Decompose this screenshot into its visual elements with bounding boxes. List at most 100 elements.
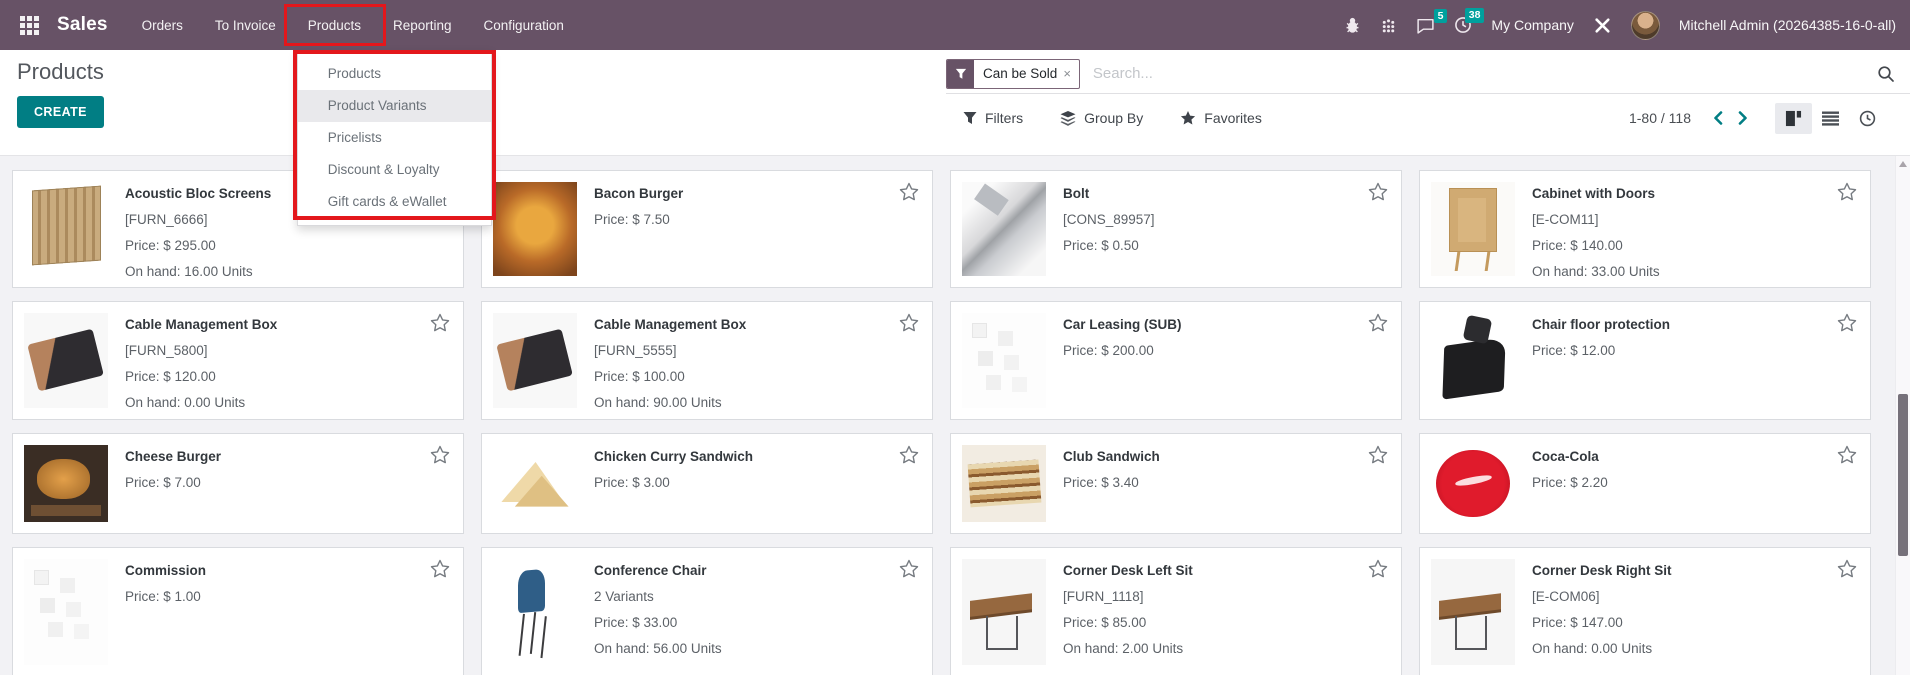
product-image	[493, 313, 577, 408]
filters-button[interactable]: Filters	[963, 110, 1023, 126]
module-dots-icon[interactable]	[1380, 17, 1397, 34]
product-card[interactable]: Club Sandwich Price: $ 3.40	[950, 433, 1402, 534]
favorite-star-icon[interactable]	[899, 559, 919, 578]
scrollbar-up-icon[interactable]	[1899, 161, 1907, 167]
favorite-star-icon[interactable]	[1837, 313, 1857, 332]
create-button[interactable]: CREATE	[17, 96, 104, 128]
product-card[interactable]: Conference Chair 2 Variants Price: $ 33.…	[481, 547, 933, 675]
product-card[interactable]: Corner Desk Right Sit [E-COM06] Price: $…	[1419, 547, 1871, 675]
product-price: Price: $ 200.00	[1063, 338, 1182, 364]
menu-products[interactable]: Products ProductsProduct VariantsPriceli…	[292, 0, 377, 50]
favorite-star-icon[interactable]	[899, 445, 919, 464]
product-image	[962, 313, 1046, 408]
favorite-star-icon[interactable]	[430, 445, 450, 464]
favorite-star-icon[interactable]	[1368, 559, 1388, 578]
product-image	[1431, 182, 1515, 276]
facet-remove-icon[interactable]: ×	[1063, 67, 1079, 80]
favorite-star-icon[interactable]	[1368, 313, 1388, 332]
favorite-star-icon[interactable]	[430, 313, 450, 332]
search-bar: Can be Sold × Search...	[946, 54, 1910, 94]
product-image	[1431, 559, 1515, 665]
product-code: [CONS_89957]	[1063, 207, 1155, 233]
user-name[interactable]: Mitchell Admin (20264385-16-0-all)	[1679, 17, 1896, 33]
product-price: Price: $ 7.00	[125, 470, 221, 496]
tools-icon[interactable]	[1593, 16, 1612, 35]
facet-label: Can be Sold	[974, 66, 1063, 81]
activities-icon[interactable]: 38	[1454, 16, 1472, 34]
product-price: Price: $ 12.00	[1532, 338, 1670, 364]
favorite-star-icon[interactable]	[1837, 559, 1857, 578]
product-card[interactable]: Cable Management Box [FURN_5800] Price: …	[12, 301, 464, 420]
search-facet[interactable]: Can be Sold ×	[946, 59, 1080, 89]
scrollbar[interactable]	[1895, 156, 1910, 675]
messages-badge: 5	[1434, 9, 1448, 24]
menu-reporting[interactable]: Reporting	[377, 0, 468, 50]
product-name: Coca-Cola	[1532, 444, 1608, 470]
product-card[interactable]: Bolt [CONS_89957] Price: $ 0.50	[950, 170, 1402, 288]
products-dropdown: ProductsProduct VariantsPricelistsDiscou…	[297, 50, 492, 226]
menu-configuration[interactable]: Configuration	[468, 0, 580, 50]
product-card[interactable]: Chair floor protection Price: $ 12.00	[1419, 301, 1871, 420]
dropdown-item-product-variants[interactable]: Product Variants	[298, 90, 491, 122]
product-onhand: On hand: 56.00 Units	[594, 636, 722, 662]
product-name: Corner Desk Left Sit	[1063, 558, 1193, 584]
company-switcher[interactable]: My Company	[1491, 17, 1573, 33]
favorites-button[interactable]: Favorites	[1180, 110, 1262, 126]
control-panel: Products CREATE Can be Sold × Search... …	[0, 50, 1910, 155]
product-onhand: On hand: 0.00 Units	[1532, 636, 1672, 662]
product-card[interactable]: Cheese Burger Price: $ 7.00	[12, 433, 464, 534]
bug-icon[interactable]	[1344, 17, 1361, 34]
product-price: Price: $ 3.00	[594, 470, 753, 496]
list-view-button[interactable]	[1812, 103, 1849, 134]
favorite-star-icon[interactable]	[1368, 182, 1388, 201]
product-name: Club Sandwich	[1063, 444, 1160, 470]
favorite-star-icon[interactable]	[430, 559, 450, 578]
scrollbar-thumb[interactable]	[1898, 394, 1908, 556]
product-code: [E-COM06]	[1532, 584, 1672, 610]
dropdown-item-gift-cards-ewallet[interactable]: Gift cards & eWallet	[298, 186, 491, 218]
activities-badge: 38	[1465, 8, 1485, 23]
product-name: Cable Management Box	[125, 312, 277, 338]
search-icon[interactable]	[1877, 65, 1895, 83]
kanban-area: Acoustic Bloc Screens [FURN_6666] Price:…	[0, 155, 1910, 675]
product-code: [FURN_1118]	[1063, 584, 1193, 610]
favorite-star-icon[interactable]	[1368, 445, 1388, 464]
product-code: [E-COM11]	[1532, 207, 1660, 233]
favorite-star-icon[interactable]	[899, 313, 919, 332]
search-input[interactable]: Search...	[1093, 65, 1877, 82]
dropdown-item-discount-loyalty[interactable]: Discount & Loyalty	[298, 154, 491, 186]
messages-icon[interactable]: 5	[1416, 17, 1435, 34]
pager-next-icon[interactable]	[1730, 104, 1755, 132]
menu-orders[interactable]: Orders	[126, 0, 199, 50]
user-avatar[interactable]	[1631, 11, 1660, 40]
pager-range: 1-80 / 118	[1629, 110, 1691, 126]
product-card[interactable]: Cabinet with Doors [E-COM11] Price: $ 14…	[1419, 170, 1871, 288]
product-onhand: On hand: 33.00 Units	[1532, 259, 1660, 285]
product-card[interactable]: Commission Price: $ 1.00	[12, 547, 464, 675]
group-by-button[interactable]: Group By	[1060, 110, 1143, 126]
product-name: Bacon Burger	[594, 181, 683, 207]
product-card[interactable]: Cable Management Box [FURN_5555] Price: …	[481, 301, 933, 420]
menu-to-invoice[interactable]: To Invoice	[199, 0, 292, 50]
product-card[interactable]: Chicken Curry Sandwich Price: $ 3.00	[481, 433, 933, 534]
favorite-star-icon[interactable]	[1837, 182, 1857, 201]
product-card[interactable]: Bacon Burger Price: $ 7.50	[481, 170, 933, 288]
product-card[interactable]: Car Leasing (SUB) Price: $ 200.00	[950, 301, 1402, 420]
search-options-row: Filters Group By Favorites 1-80 / 118	[946, 96, 1910, 140]
product-card[interactable]: Coca-Cola Price: $ 2.20	[1419, 433, 1871, 534]
app-name[interactable]: Sales	[57, 0, 108, 50]
product-card[interactable]: Corner Desk Left Sit [FURN_1118] Price: …	[950, 547, 1402, 675]
product-price: Price: $ 1.00	[125, 584, 206, 610]
dropdown-item-pricelists[interactable]: Pricelists	[298, 122, 491, 154]
dropdown-item-products[interactable]: Products	[298, 58, 491, 90]
product-name: Car Leasing (SUB)	[1063, 312, 1182, 338]
product-price: Price: $ 120.00	[125, 364, 277, 390]
apps-grid-icon[interactable]	[14, 0, 45, 50]
product-price: Price: $ 2.20	[1532, 470, 1608, 496]
activity-view-button[interactable]	[1849, 103, 1886, 134]
kanban-view-button[interactable]	[1775, 103, 1812, 134]
favorite-star-icon[interactable]	[899, 182, 919, 201]
favorite-star-icon[interactable]	[1837, 445, 1857, 464]
activity-view-icon	[1859, 110, 1876, 127]
pager-previous-icon[interactable]	[1705, 104, 1730, 132]
